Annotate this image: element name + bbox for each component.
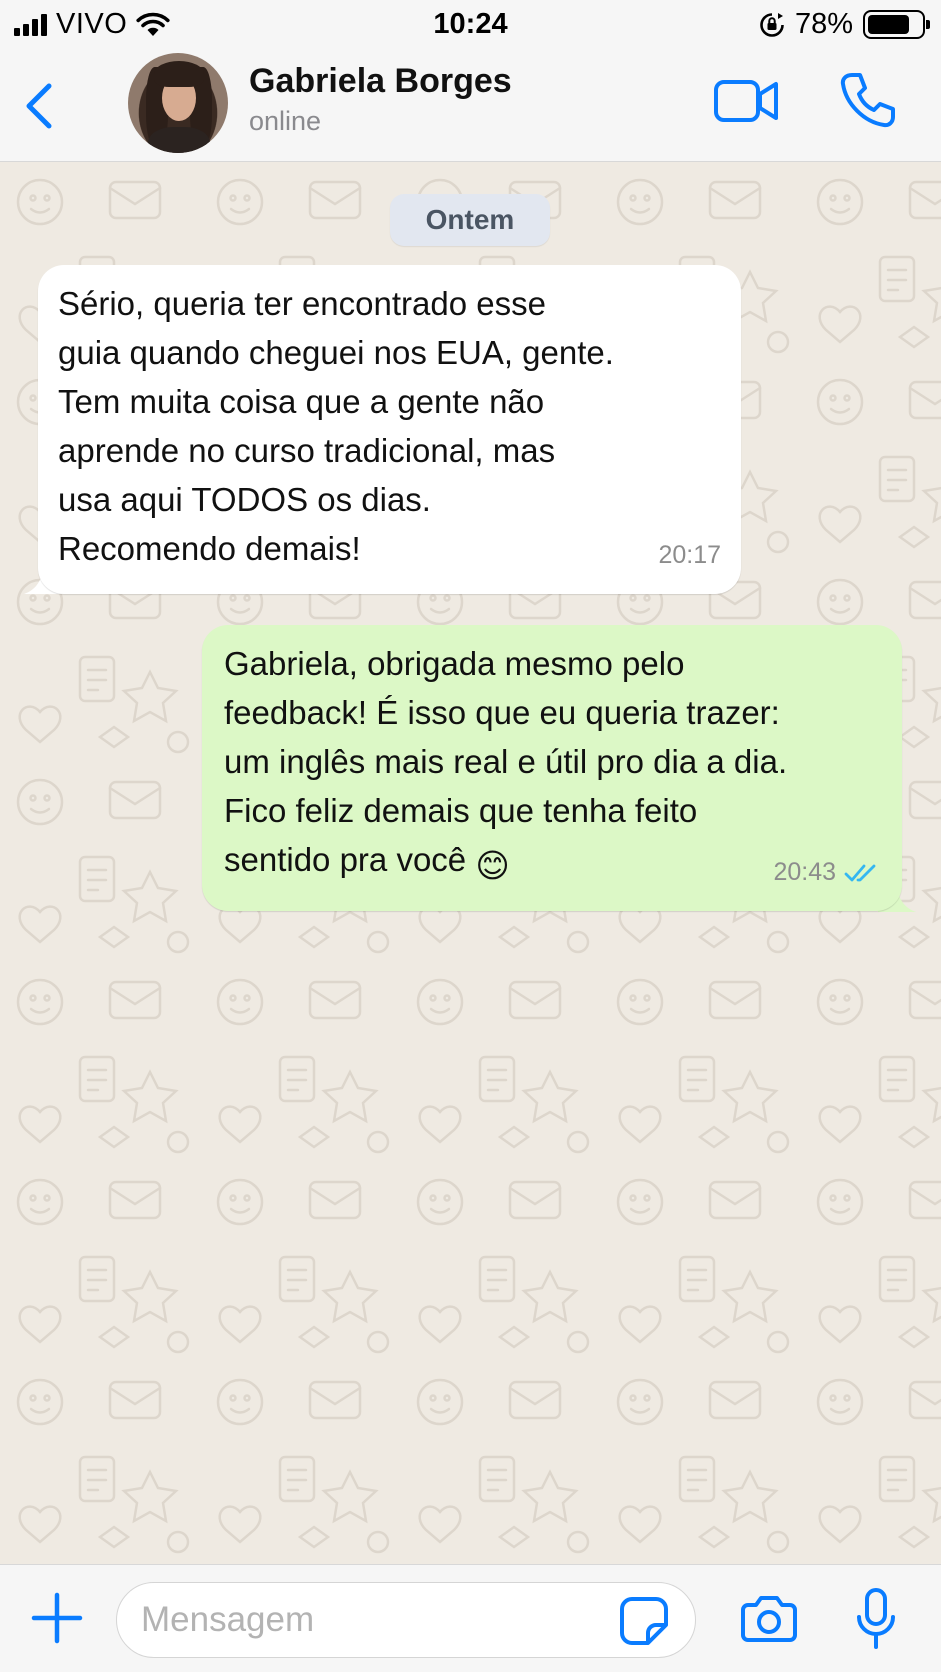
plus-icon[interactable] [30,1591,84,1645]
camera-icon[interactable] [740,1593,798,1643]
input-bar [0,1564,941,1672]
message-meta: 20:17 [658,531,721,580]
rotation-lock-icon [760,12,784,37]
video-camera-icon[interactable] [713,74,779,128]
battery-level [868,15,909,34]
message-text: Sério, queria ter encontrado esse guia q… [58,285,614,567]
avatar[interactable] [128,53,228,153]
microphone-icon[interactable] [854,1587,898,1651]
contact-status: online [249,106,322,136]
message-meta: 20:43 [773,848,882,897]
message-input[interactable] [116,1582,696,1658]
message-time: 20:17 [658,541,721,569]
message-incoming[interactable]: Sério, queria ter encontrado esse guia q… [38,265,741,594]
message-time: 20:43 [773,858,836,886]
message-outgoing[interactable]: Gabriela, obrigada mesmo pelo feedback! … [202,625,902,911]
contact-name[interactable]: Gabriela Borges [249,62,512,101]
chat-header: Gabriela Borges online [0,50,941,162]
smiling-face-emoji: 😊 [475,847,510,884]
battery-icon [863,10,930,39]
sticker-icon[interactable] [618,1595,670,1647]
date-separator: Ontem [390,194,550,246]
battery-percent: 78% [794,8,853,40]
double-check-icon [844,864,876,881]
status-bar-right: 78% [759,8,930,41]
phone-icon[interactable] [838,70,896,130]
chevron-left-icon[interactable] [18,78,58,134]
chat-area[interactable]: Ontem Sério, queria ter encontrado esse … [0,162,941,1564]
status-bar: VIVO 10:24 78% [0,0,941,50]
